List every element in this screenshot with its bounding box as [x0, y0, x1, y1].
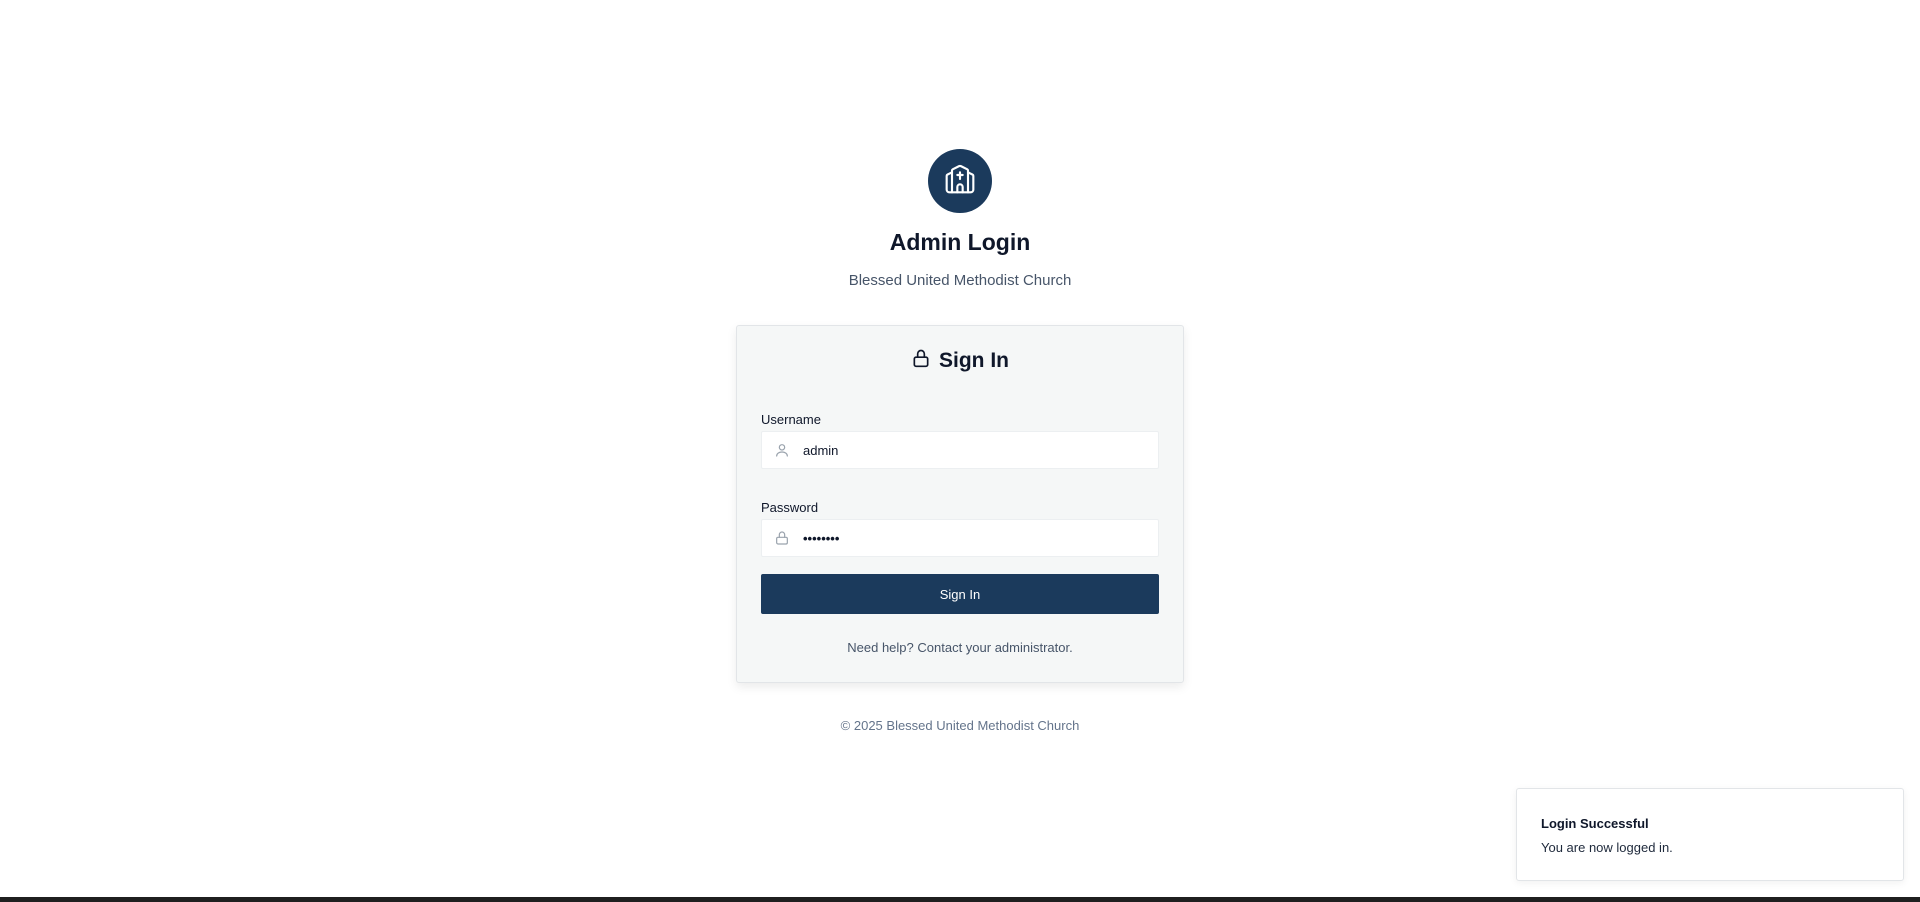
password-field[interactable]: •••••••• — [761, 519, 1159, 557]
user-icon — [774, 442, 794, 458]
login-success-toast: Login Successful You are now logged in. — [1516, 788, 1904, 881]
toast-title: Login Successful — [1541, 816, 1649, 831]
sign-in-button[interactable]: Sign In — [761, 574, 1159, 614]
copyright: © 2025 Blessed United Methodist Church — [840, 718, 1080, 733]
lock-icon — [774, 530, 794, 546]
password-label: Password — [761, 500, 819, 515]
username-value: admin — [803, 442, 839, 458]
page-title: Admin Login — [889, 229, 1031, 255]
card-header: Sign In — [737, 348, 1183, 374]
church-icon — [944, 163, 976, 200]
card-title: Sign In — [939, 349, 1009, 372]
bottom-bar — [0, 897, 1920, 902]
lock-icon — [911, 348, 931, 374]
login-page: Admin Login Blessed United Methodist Chu… — [0, 0, 1920, 902]
username-label: Username — [761, 412, 821, 427]
church-logo — [928, 149, 992, 213]
username-field[interactable]: admin — [761, 431, 1159, 469]
church-name: Blessed United Methodist Church — [848, 272, 1072, 289]
login-card: Sign In Username admin Password •••••••• — [736, 325, 1184, 683]
toast-description: You are now logged in. — [1541, 840, 1673, 855]
help-text: Need help? Contact your administrator. — [847, 640, 1073, 655]
password-value: •••••••• — [803, 530, 840, 546]
